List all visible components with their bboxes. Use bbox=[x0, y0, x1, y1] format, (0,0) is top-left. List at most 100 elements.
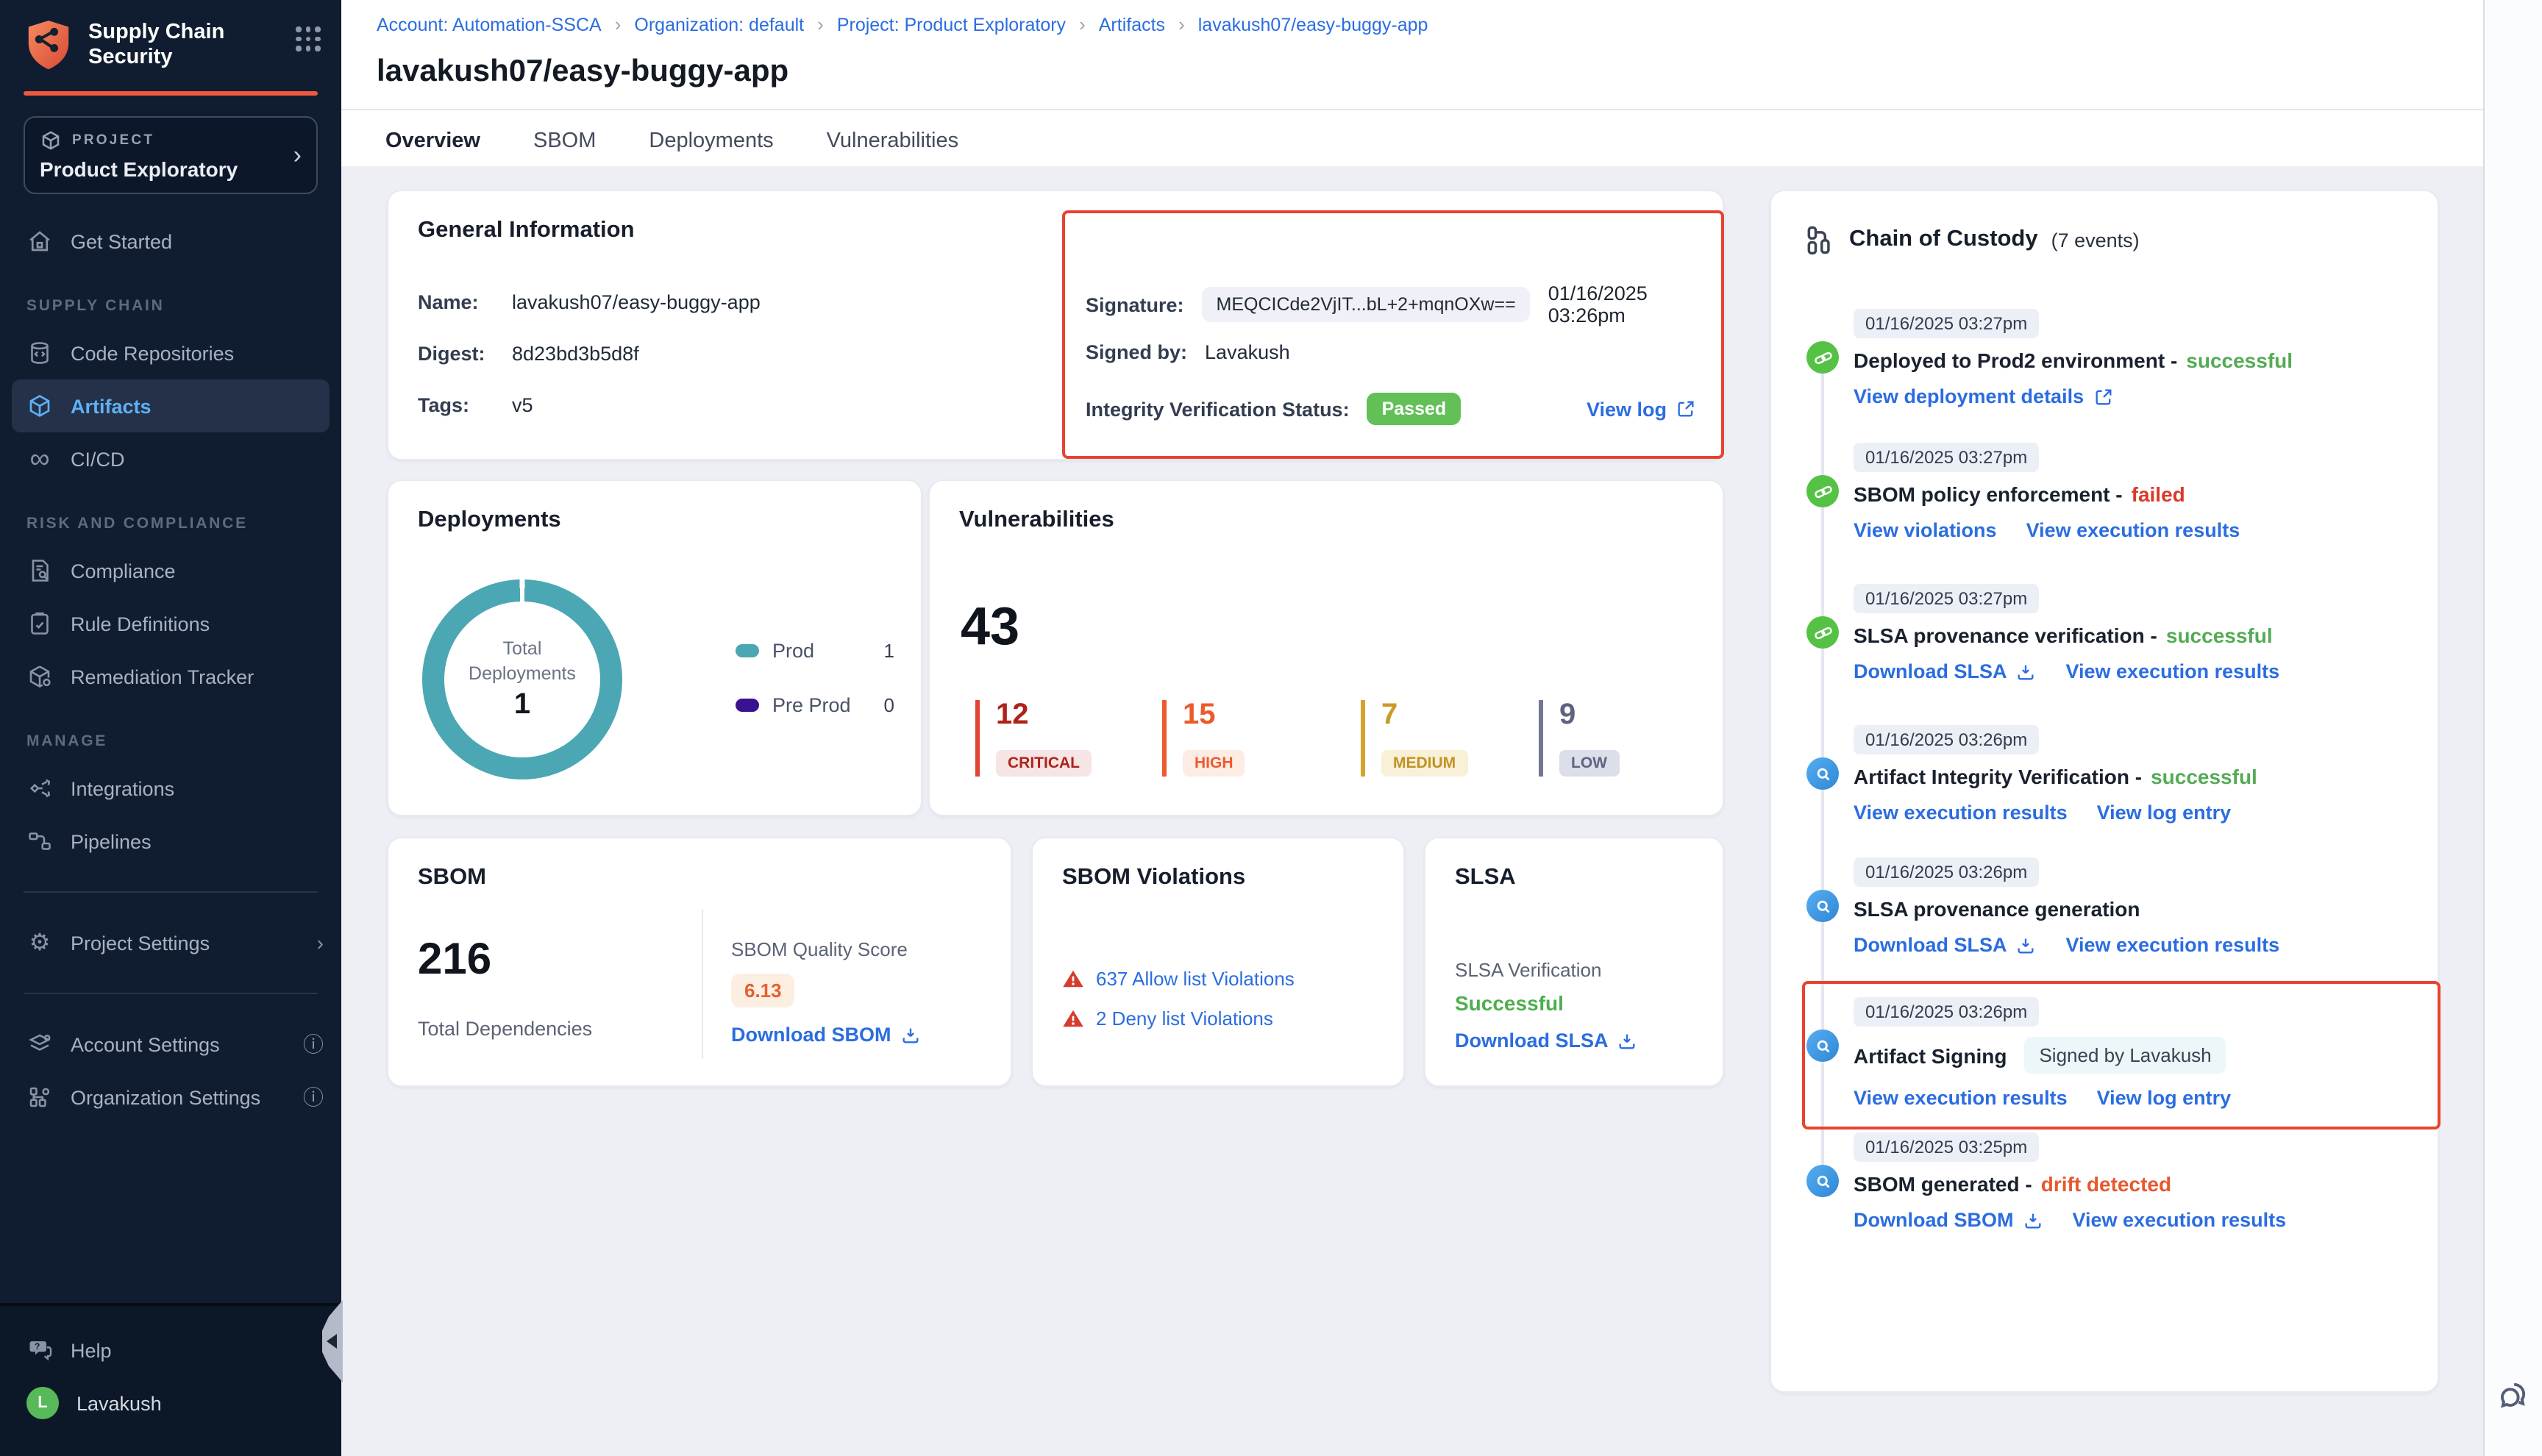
help-chat-icon: ? bbox=[26, 1337, 53, 1363]
view-execution-results-link[interactable]: View execution results bbox=[1854, 1087, 2068, 1109]
signature-label: Signature: bbox=[1086, 293, 1184, 315]
breadcrumb-link-organization[interactable]: Organization: default bbox=[634, 14, 804, 35]
sidebar-item-label: Code Repositories bbox=[71, 342, 234, 364]
allow-list-violations-link[interactable]: 637 Allow list Violations bbox=[1096, 968, 1295, 990]
view-execution-results-link[interactable]: View execution results bbox=[2073, 1209, 2287, 1231]
sidebar-item-organization-settings[interactable]: Organization Settings ⓘ bbox=[0, 1071, 341, 1124]
signature-value[interactable]: MEQCICde2VjIT...bL+2+mqnOXw== bbox=[1202, 287, 1531, 322]
sidebar-item-artifacts[interactable]: Artifacts bbox=[12, 379, 330, 432]
user-menu[interactable]: L Lavakush bbox=[0, 1377, 341, 1430]
infinity-icon: ∞ bbox=[26, 446, 53, 472]
download-sbom-link[interactable]: Download SBOM bbox=[1854, 1209, 2043, 1231]
general-information-card: General Information Name: lavakush07/eas… bbox=[387, 190, 1724, 460]
tags-label: Tags: bbox=[418, 394, 494, 416]
event-title: SBOM policy enforcement - bbox=[1854, 482, 2123, 506]
sidebar-item-code-repositories[interactable]: Code Repositories bbox=[0, 326, 341, 379]
download-icon bbox=[2023, 1210, 2043, 1230]
view-execution-results-link[interactable]: View execution results bbox=[2066, 660, 2280, 682]
download-slsa-link[interactable]: Download SLSA bbox=[1854, 934, 2037, 956]
layers-gear-icon bbox=[26, 1031, 53, 1057]
view-execution-results-link[interactable]: View execution results bbox=[2066, 934, 2280, 956]
sidebar-item-label: Help bbox=[71, 1339, 112, 1361]
integrity-status-label: Integrity Verification Status: bbox=[1086, 398, 1350, 420]
chain-of-custody-header: Chain of Custody (7 events) bbox=[1804, 224, 2140, 256]
breadcrumb-link-artifact[interactable]: lavakush07/easy-buggy-app bbox=[1198, 14, 1428, 35]
tab-overview[interactable]: Overview bbox=[385, 110, 480, 171]
timeline-event: 01/16/2025 03:25pm SBOM generated - drif… bbox=[1806, 1132, 2417, 1231]
svg-text:?: ? bbox=[35, 1341, 40, 1352]
sidebar-item-rule-definitions[interactable]: Rule Definitions bbox=[0, 597, 341, 650]
app-title: Supply Chain Security bbox=[88, 18, 296, 72]
tab-vulnerabilities[interactable]: Vulnerabilities bbox=[827, 110, 958, 171]
warning-icon bbox=[1062, 968, 1084, 990]
card-title: Vulnerabilities bbox=[959, 507, 1114, 534]
project-selector[interactable]: PROJECT Product Exploratory › bbox=[24, 116, 318, 194]
event-timestamp: 01/16/2025 03:25pm bbox=[1854, 1132, 2039, 1162]
user-name: Lavakush bbox=[76, 1392, 162, 1414]
sidebar-item-label: Rule Definitions bbox=[71, 613, 210, 635]
timeline-event: 01/16/2025 03:27pm SLSA provenance verif… bbox=[1806, 584, 2417, 682]
deployments-donut-chart: Total Deployments 1 bbox=[422, 579, 622, 779]
download-slsa-link[interactable]: Download SLSA bbox=[1455, 1029, 1638, 1052]
app-switcher-icon[interactable] bbox=[296, 26, 321, 51]
project-name: Product Exploratory bbox=[40, 157, 293, 181]
gear-icon: ⚙ bbox=[26, 929, 53, 956]
sidebar-item-account-settings[interactable]: Account Settings ⓘ bbox=[0, 1018, 341, 1071]
sidebar: Supply Chain Security PROJECT Product Ex… bbox=[0, 0, 341, 1456]
deny-list-violations-link[interactable]: 2 Deny list Violations bbox=[1096, 1007, 1273, 1029]
chain-link-icon bbox=[1806, 475, 1839, 507]
view-log-entry-link[interactable]: View log entry bbox=[2097, 1087, 2232, 1109]
breadcrumb-link-artifacts[interactable]: Artifacts bbox=[1099, 14, 1165, 35]
breadcrumb-separator: › bbox=[1079, 13, 1086, 35]
sidebar-item-label: Organization Settings bbox=[71, 1086, 260, 1108]
view-log-entry-link[interactable]: View log entry bbox=[2097, 802, 2232, 824]
sidebar-item-integrations[interactable]: Integrations bbox=[0, 762, 341, 815]
allow-list-violations-row: 637 Allow list Violations bbox=[1062, 968, 1295, 990]
box-wrench-icon bbox=[26, 663, 53, 690]
sbom-quality-score: 6.13 bbox=[731, 974, 795, 1007]
view-execution-results-link[interactable]: View execution results bbox=[2026, 519, 2240, 541]
download-icon bbox=[900, 1024, 921, 1045]
breadcrumb-link-project[interactable]: Project: Product Exploratory bbox=[837, 14, 1066, 35]
view-violations-link[interactable]: View violations bbox=[1854, 519, 1997, 541]
sidebar-item-label: CI/CD bbox=[71, 448, 125, 470]
card-title: Deployments bbox=[418, 507, 561, 534]
app-window: Supply Chain Security PROJECT Product Ex… bbox=[0, 0, 2542, 1456]
legend-item-prod: Prod 1 bbox=[736, 640, 894, 662]
sidebar-item-label: Compliance bbox=[71, 560, 176, 582]
sidebar-item-cicd[interactable]: ∞ CI/CD bbox=[0, 432, 341, 485]
slsa-verification-status: Successful bbox=[1455, 991, 1564, 1015]
download-sbom-link[interactable]: Download SBOM bbox=[731, 1024, 921, 1046]
artifact-digest: 8d23bd3b5d8f bbox=[512, 343, 639, 365]
breadcrumb-separator: › bbox=[817, 13, 824, 35]
chat-bubbles-icon[interactable] bbox=[2493, 1377, 2532, 1415]
view-execution-results-link[interactable]: View execution results bbox=[1854, 802, 2068, 824]
download-slsa-link[interactable]: Download SLSA bbox=[1854, 660, 2037, 682]
legend-swatch-prod bbox=[736, 644, 759, 657]
sidebar-item-label: Project Settings bbox=[71, 932, 210, 954]
sidebar-item-project-settings[interactable]: ⚙ Project Settings › bbox=[0, 916, 341, 969]
tab-deployments[interactable]: Deployments bbox=[649, 110, 773, 171]
signed-by-chip: Signed by Lavakush bbox=[2024, 1037, 2226, 1074]
sidebar-divider bbox=[24, 891, 318, 893]
slsa-card: SLSA SLSA Verification Successful Downlo… bbox=[1424, 837, 1724, 1087]
sidebar-item-help[interactable]: ? Help bbox=[0, 1324, 341, 1377]
tab-sbom[interactable]: SBOM bbox=[533, 110, 596, 171]
sidebar-item-pipelines[interactable]: Pipelines bbox=[0, 815, 341, 868]
sidebar-item-compliance[interactable]: Compliance bbox=[0, 544, 341, 597]
view-deployment-details-link[interactable]: View deployment details bbox=[1854, 385, 2113, 407]
donut-center-label: Total bbox=[469, 636, 576, 661]
digest-label: Digest: bbox=[418, 343, 494, 365]
timeline-event-artifact-signing: 01/16/2025 03:26pm Artifact Signing Sign… bbox=[1806, 997, 2417, 1109]
info-icon: ⓘ bbox=[303, 1082, 324, 1112]
download-icon bbox=[1617, 1030, 1638, 1051]
sidebar-item-get-started[interactable]: Get Started bbox=[0, 215, 341, 268]
signed-by-label: Signed by: bbox=[1086, 341, 1187, 363]
severity-medium: 7 MEDIUM bbox=[1361, 700, 1467, 777]
event-title: SBOM generated - bbox=[1854, 1172, 2032, 1196]
breadcrumb-link-account[interactable]: Account: Automation-SSCA bbox=[377, 14, 602, 35]
deployments-legend: Prod 1 Pre Prod 0 bbox=[736, 640, 894, 749]
view-log-link[interactable]: View log bbox=[1587, 398, 1696, 420]
document-search-icon bbox=[26, 557, 53, 584]
sidebar-item-remediation-tracker[interactable]: Remediation Tracker bbox=[0, 650, 341, 703]
